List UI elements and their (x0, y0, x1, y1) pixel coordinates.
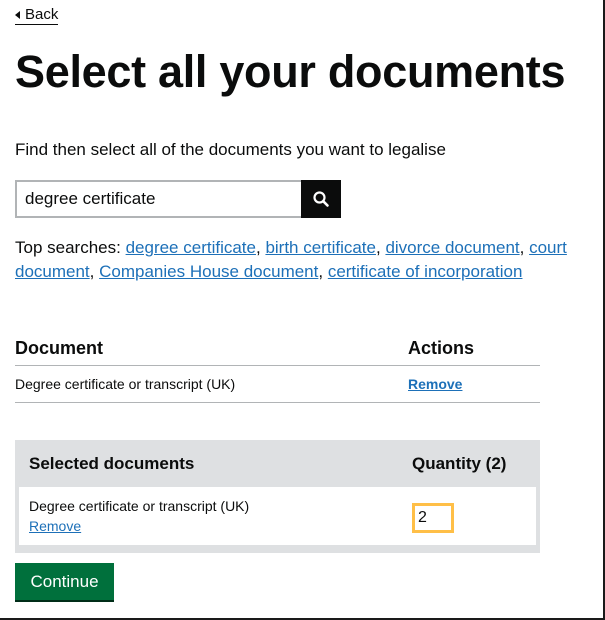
selected-documents-title: Selected documents (29, 453, 195, 473)
hint-text: Find then select all of the documents yo… (15, 140, 446, 159)
remove-document-link[interactable]: Remove (408, 376, 462, 392)
document-actions: Remove (408, 376, 540, 392)
top-search-degree-certificate[interactable]: degree certificate (126, 238, 256, 257)
continue-button[interactable]: Continue (15, 563, 114, 600)
top-search-divorce-document[interactable]: divorce document (385, 238, 519, 257)
selected-remove-link[interactable]: Remove (29, 518, 81, 534)
selected-documents-panel: Selected documents Quantity (2) Degree c… (15, 440, 540, 553)
search-icon (313, 191, 329, 207)
quantity-header: Quantity (2) (412, 453, 507, 473)
page-title: Select all your documents (15, 46, 566, 97)
top-searches-label: Top searches: (15, 238, 121, 257)
search-form (15, 180, 341, 218)
documents-table-header: Document Actions (15, 332, 540, 366)
search-input[interactable] (15, 180, 301, 218)
column-header-actions: Actions (408, 338, 475, 358)
selected-document-row: Degree certificate or transcript (UK) Re… (19, 487, 536, 545)
search-button[interactable] (301, 180, 341, 218)
column-header-document: Document (15, 338, 104, 358)
selected-documents-header: Selected documents Quantity (2) (19, 440, 536, 487)
back-link[interactable]: Back (15, 6, 59, 25)
documents-table: Document Actions Degree certificate or t… (15, 332, 540, 403)
document-name: Degree certificate or transcript (UK) (15, 376, 236, 392)
selected-document-name: Degree certificate or transcript (UK) (29, 498, 250, 514)
back-arrow-icon (15, 10, 20, 19)
quantity-input[interactable] (412, 503, 454, 533)
top-search-birth-certificate[interactable]: birth certificate (265, 238, 376, 257)
top-searches: Top searches: degree certificate, birth … (15, 238, 567, 281)
table-row: Degree certificate or transcript (UK) Re… (15, 366, 540, 403)
back-link-label: Back (25, 6, 59, 23)
selected-document-info: Degree certificate or transcript (UK) Re… (29, 496, 412, 536)
top-search-companies-house-document[interactable]: Companies House document (99, 262, 318, 281)
top-search-certificate-of-incorporation[interactable]: certificate of incorporation (328, 262, 523, 281)
